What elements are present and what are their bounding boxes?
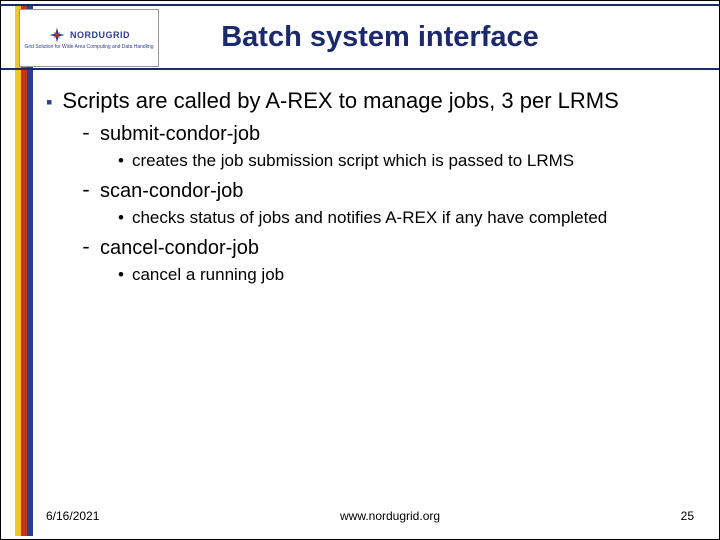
dot-bullet: • [118,150,124,172]
script-desc: cancel a running job [132,264,284,286]
logo-brand-text: NORDUGRID [70,30,130,40]
square-bullet-icon: ▪ [46,91,52,115]
script-name: cancel-condor-job [100,237,259,260]
logo-tagline: Grid Solution for Wide Area Computing an… [25,45,154,51]
bullet-level3: • cancel a running job [118,264,699,286]
footer-url: www.nordugrid.org [99,509,680,523]
left-color-stripes [15,4,33,536]
slide: NORDUGRID Grid Solution for Wide Area Co… [0,0,720,540]
dash-bullet: - [80,237,92,260]
main-point-text: Scripts are called by A-REX to manage jo… [62,87,618,115]
script-name: submit-condor-job [100,123,260,146]
script-desc: checks status of jobs and notifies A-REX… [132,207,607,229]
footer-page-number: 25 [681,509,694,523]
logo-box: NORDUGRID Grid Solution for Wide Area Co… [19,9,159,67]
footer-date: 6/16/2021 [46,509,99,523]
bullet-level3: • checks status of jobs and notifies A-R… [118,207,699,229]
stripe-blue [27,4,33,536]
compass-star-icon [48,26,66,44]
script-desc: creates the job submission script which … [132,150,574,172]
logo-top: NORDUGRID [48,26,130,44]
content-area: ▪ Scripts are called by A-REX to manage … [46,87,699,489]
bullet-level3: • creates the job submission script whic… [118,150,699,172]
dash-bullet: - [80,123,92,146]
script-name: scan-condor-job [100,180,243,203]
footer: 6/16/2021 www.nordugrid.org 25 [46,509,694,523]
bullet-level2: - submit-condor-job [80,123,699,146]
bullet-level1: ▪ Scripts are called by A-REX to manage … [46,87,699,115]
dash-bullet: - [80,180,92,203]
dot-bullet: • [118,207,124,229]
bullet-level2: - scan-condor-job [80,180,699,203]
header-bar: NORDUGRID Grid Solution for Wide Area Co… [1,4,719,70]
bullet-level2: - cancel-condor-job [80,237,699,260]
dot-bullet: • [118,264,124,286]
